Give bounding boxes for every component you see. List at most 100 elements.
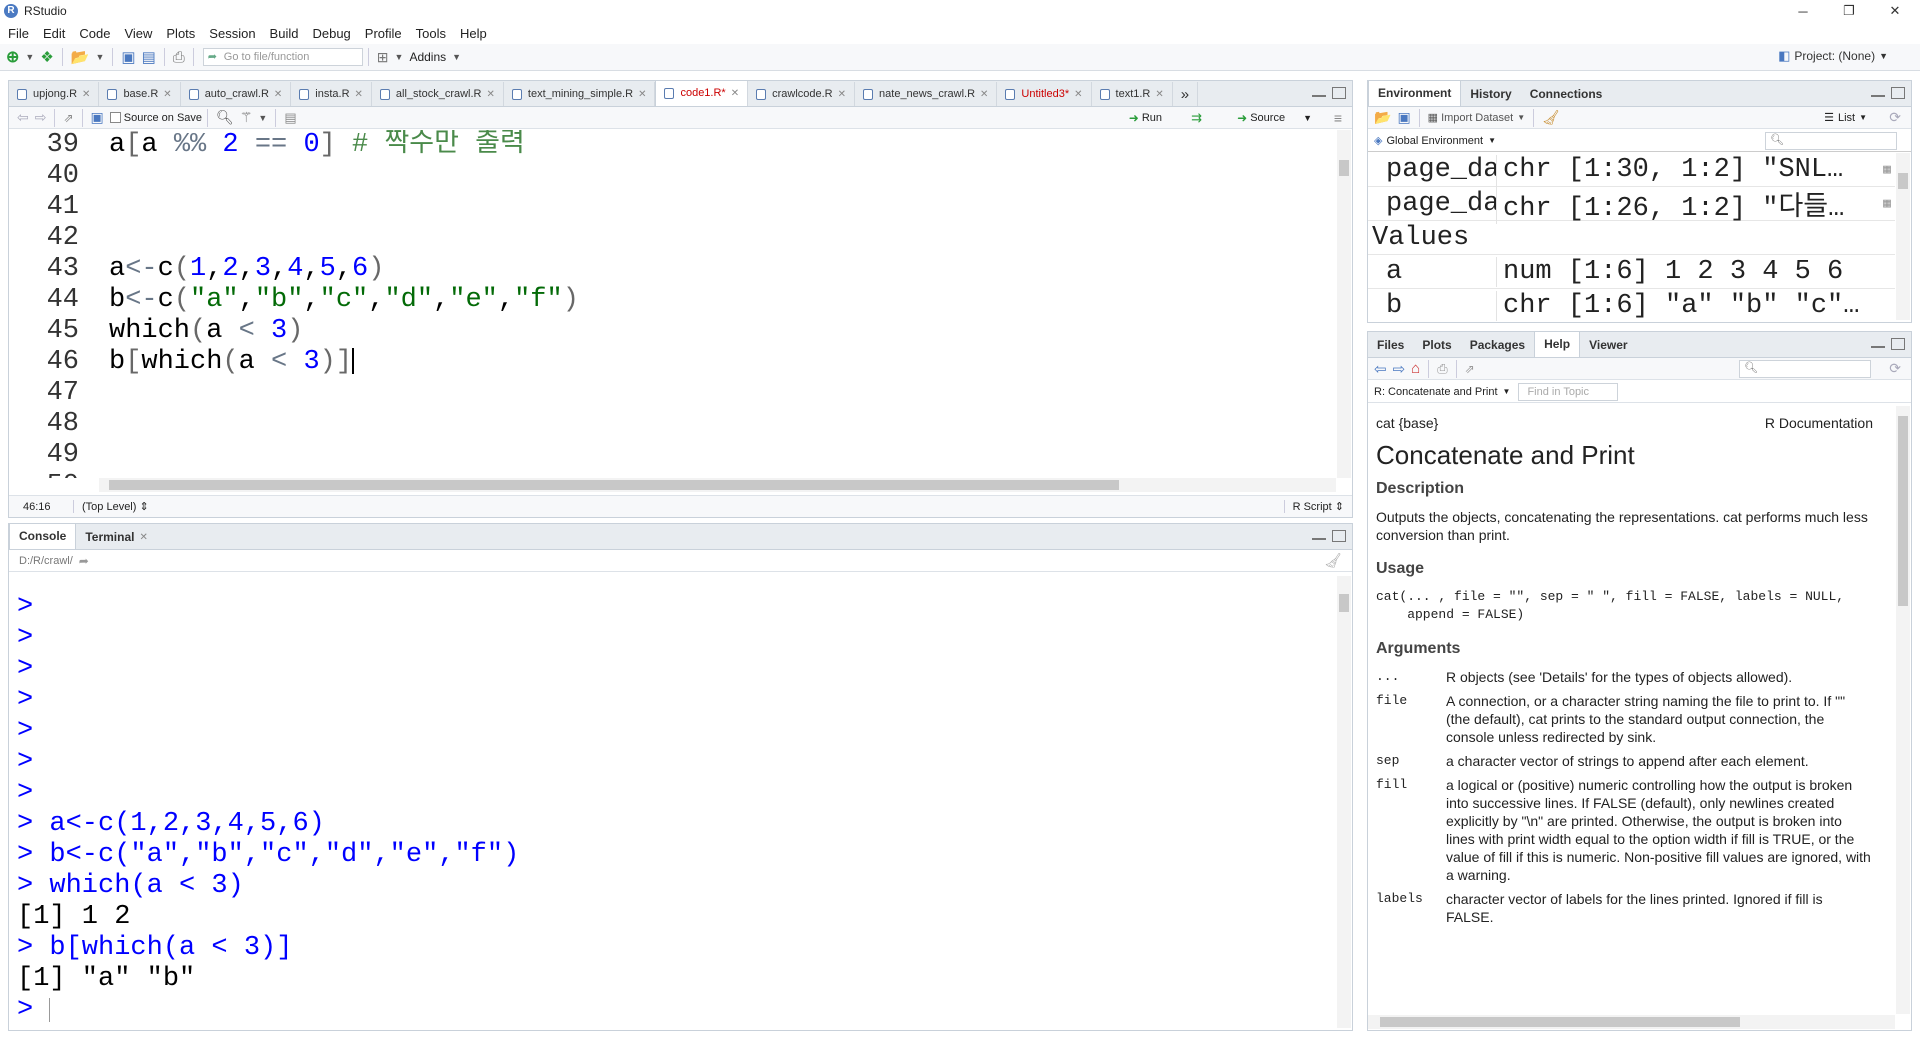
scroll-thumb[interactable] <box>1339 160 1349 176</box>
save-all-icon[interactable]: ▤ <box>142 47 156 67</box>
back-arrow-icon[interactable]: ⇦ <box>1374 359 1387 379</box>
view-grid-icon[interactable]: ▦ <box>1883 162 1891 177</box>
maximize-pane-icon[interactable] <box>1891 338 1905 350</box>
rerun-icon[interactable]: ⇉ <box>1191 110 1202 126</box>
home-icon[interactable]: ⌂ <box>1411 359 1420 379</box>
editor-horizontal-scrollbar[interactable] <box>99 478 1336 492</box>
new-project-icon[interactable]: ❖ <box>40 47 53 67</box>
scroll-thumb[interactable] <box>1380 1017 1740 1027</box>
close-icon[interactable]: ✕ <box>82 89 90 100</box>
tab-environment[interactable]: Environment <box>1368 81 1462 106</box>
clear-console-icon[interactable]: 🧹︎ <box>1324 552 1342 569</box>
show-in-window-icon[interactable]: ⇗ <box>1465 359 1475 379</box>
menu-code[interactable]: Code <box>71 26 116 41</box>
menu-file[interactable]: File <box>0 26 35 41</box>
minimize-pane-icon[interactable] <box>1871 87 1885 97</box>
console-vertical-scrollbar[interactable] <box>1337 576 1351 1028</box>
minimize-pane-icon[interactable] <box>1312 87 1326 97</box>
menu-plots[interactable]: Plots <box>158 26 201 41</box>
addins-menu[interactable]: Addins <box>409 47 446 67</box>
view-mode-list-button[interactable]: ☰ List ▼ <box>1824 111 1867 125</box>
help-search-input[interactable]: 🔍︎ <box>1739 360 1871 378</box>
goto-directory-icon[interactable]: ➦ <box>79 554 89 568</box>
compile-report-icon[interactable]: ▤ <box>284 108 296 128</box>
tab-viewer[interactable]: Viewer <box>1580 333 1636 357</box>
load-workspace-icon[interactable]: 📂 <box>1374 108 1391 128</box>
environment-scope-selector[interactable]: ◈ Global Environment ▼ <box>1374 134 1496 148</box>
minimize-pane-icon[interactable] <box>1871 338 1885 348</box>
editor-tab[interactable]: text1.R ✕ <box>1092 82 1173 106</box>
forward-arrow-icon[interactable]: ⇨ <box>1393 359 1406 379</box>
open-folder-icon[interactable]: 📂 <box>71 47 90 67</box>
close-icon[interactable]: ✕ <box>638 89 646 100</box>
minimize-pane-icon[interactable] <box>1312 530 1326 540</box>
menu-debug[interactable]: Debug <box>304 26 356 41</box>
environment-scrollbar[interactable] <box>1896 153 1910 320</box>
code-tools-wand-icon[interactable]: ⚚ <box>240 108 253 128</box>
dropdown-arrow-icon[interactable]: ▼ <box>395 47 404 67</box>
tab-files[interactable]: Files <box>1368 333 1413 357</box>
console-output[interactable]: > > > > > > > > a<-c(1,2,3,4,5,6) > b<-c("a","b"… <box>17 576 1334 1026</box>
file-type-selector[interactable]: R Script ⇕ <box>1283 500 1344 513</box>
project-menu[interactable]: ◧ Project: (None) ▼ <box>1778 48 1888 64</box>
close-icon[interactable]: ✕ <box>274 89 282 100</box>
tab-console[interactable]: Console <box>9 524 77 549</box>
close-icon[interactable]: ✕ <box>731 88 739 99</box>
editor-tab[interactable]: base.R ✕ <box>99 82 181 106</box>
editor-tab[interactable]: Untitled3* ✕ <box>997 82 1092 106</box>
print-icon[interactable]: ⎙ <box>173 47 185 67</box>
menu-help[interactable]: Help <box>452 26 493 41</box>
restore-button[interactable]: ❐ <box>1826 0 1872 22</box>
goto-file-input[interactable]: Go to file/function <box>202 48 363 66</box>
tab-plots[interactable]: Plots <box>1413 333 1460 357</box>
help-vertical-scrollbar[interactable] <box>1896 406 1910 1014</box>
show-in-window-icon[interactable]: ⇗ <box>63 108 73 128</box>
help-horizontal-scrollbar[interactable] <box>1368 1015 1895 1029</box>
close-icon[interactable]: ✕ <box>487 89 495 100</box>
view-grid-icon[interactable]: ▦ <box>1883 196 1891 211</box>
close-icon[interactable]: ✕ <box>139 532 147 543</box>
environment-row[interactable]: a num [1:6] 1 2 3 4 5 6 <box>1368 255 1895 289</box>
help-topic-selector[interactable]: R: Concatenate and Print ▼ <box>1374 386 1510 398</box>
forward-arrow-icon[interactable]: ⇨ <box>35 108 47 128</box>
close-icon[interactable]: ✕ <box>163 89 171 100</box>
maximize-pane-icon[interactable] <box>1332 87 1346 99</box>
close-icon[interactable]: ✕ <box>838 89 846 100</box>
editor-tab[interactable]: text_mining_simple.R ✕ <box>504 82 656 106</box>
tab-connections[interactable]: Connections <box>1521 82 1612 106</box>
maximize-pane-icon[interactable] <box>1891 87 1905 99</box>
code-text[interactable]: a[a %% 2 == 0] # 짝수만 출력 a<-c(1,2,3,4,5,6)… <box>109 130 579 478</box>
editor-vertical-scrollbar[interactable] <box>1337 130 1351 478</box>
scroll-thumb[interactable] <box>109 480 1119 490</box>
new-file-icon[interactable]: ⊕ <box>6 47 19 67</box>
source-on-save-checkbox[interactable] <box>109 108 121 128</box>
refresh-icon[interactable]: ⟳ <box>1889 109 1901 126</box>
find-in-topic-input[interactable]: Find in Topic <box>1518 382 1619 401</box>
menu-edit[interactable]: Edit <box>35 26 71 41</box>
search-icon[interactable]: 🔍︎ <box>216 108 234 128</box>
editor-tab[interactable]: insta.R ✕ <box>291 82 372 106</box>
dropdown-arrow-icon[interactable]: ▼ <box>452 47 461 67</box>
save-icon[interactable]: ▣ <box>91 108 104 128</box>
menu-session[interactable]: Session <box>201 26 261 41</box>
more-tabs-icon[interactable]: » <box>1173 82 1199 106</box>
environment-row[interactable]: page_da…chr [1:26, 1:2] "다들…▦ <box>1368 183 1895 224</box>
source-button[interactable]: ➜ Source ▼ <box>1237 111 1312 125</box>
tab-help[interactable]: Help <box>1534 332 1581 357</box>
scroll-thumb[interactable] <box>1898 416 1908 606</box>
save-icon[interactable]: ▣ <box>121 47 135 67</box>
run-button[interactable]: ➜ Run <box>1129 111 1162 125</box>
menu-profile[interactable]: Profile <box>357 26 408 41</box>
close-icon[interactable]: ✕ <box>1074 89 1082 100</box>
editor-tab[interactable]: all_stock_crawl.R ✕ <box>372 82 504 106</box>
maximize-pane-icon[interactable] <box>1332 530 1346 542</box>
save-workspace-icon[interactable]: ▣ <box>1397 108 1410 128</box>
close-icon[interactable]: ✕ <box>355 89 363 100</box>
dropdown-arrow-icon[interactable]: ▼ <box>258 108 267 128</box>
environment-row[interactable]: page_da…chr [1:30, 1:2] "SNL…▦ <box>1368 153 1895 187</box>
scroll-thumb[interactable] <box>1898 173 1908 189</box>
tab-terminal[interactable]: Terminal ✕ <box>76 525 157 549</box>
environment-search-input[interactable]: 🔍︎ <box>1765 132 1897 150</box>
environment-row[interactable]: b chr [1:6] "a" "b" "c"… <box>1368 289 1895 322</box>
menu-build[interactable]: Build <box>262 26 305 41</box>
